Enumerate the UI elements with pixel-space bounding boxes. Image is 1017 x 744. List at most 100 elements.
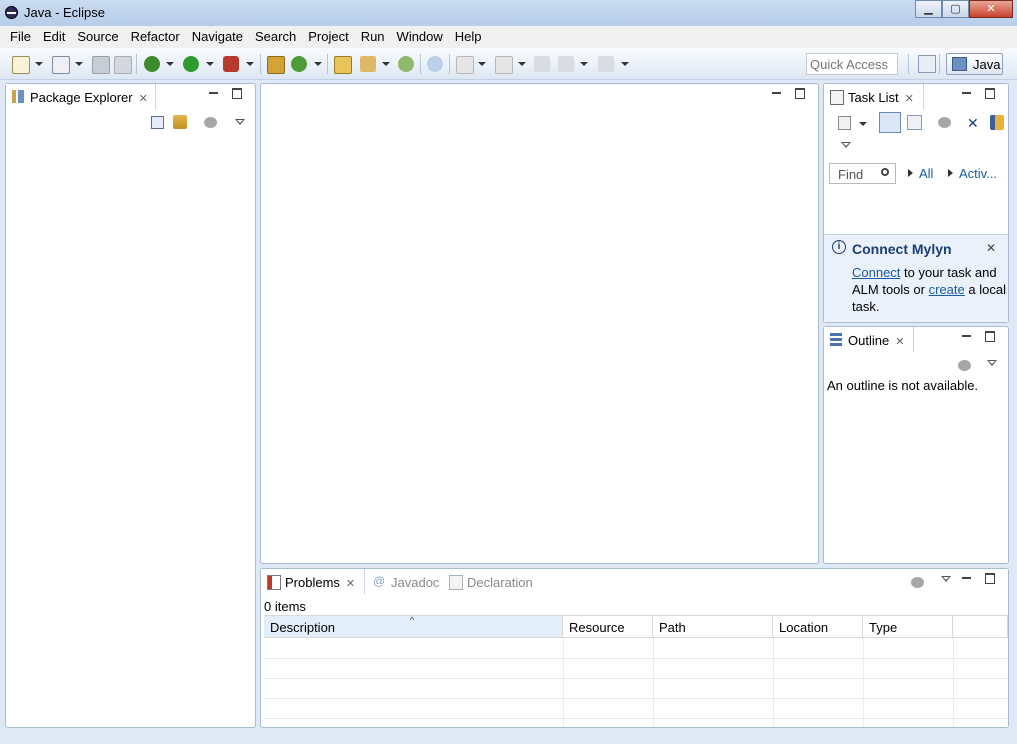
tab-package-explorer[interactable]: Package Explorer ✕ (6, 84, 156, 109)
tab-declaration[interactable]: Declaration (443, 569, 543, 594)
run-dropdown-icon[interactable] (206, 62, 214, 66)
maximize-editor-icon[interactable] (795, 88, 805, 99)
java-perspective-button[interactable]: Java (946, 53, 1003, 75)
search-icon (881, 168, 889, 176)
focus-on-active-task-icon[interactable] (204, 117, 217, 128)
menu-refactor[interactable]: Refactor (125, 26, 186, 48)
synchronize-icon[interactable] (990, 115, 1004, 130)
minimize-view-icon[interactable] (962, 335, 971, 337)
forward-dropdown-icon[interactable] (621, 62, 629, 66)
open-task-icon[interactable] (398, 56, 414, 72)
menu-source[interactable]: Source (71, 26, 124, 48)
menu-run[interactable]: Run (355, 26, 391, 48)
view-menu-icon[interactable] (841, 142, 851, 148)
close-mylyn-icon[interactable]: ✕ (986, 241, 996, 255)
scheduled-icon[interactable] (907, 115, 922, 130)
new-task-icon[interactable] (838, 116, 851, 130)
forward-icon[interactable] (598, 56, 614, 72)
menu-navigate[interactable]: Navigate (186, 26, 249, 48)
tab-task-list[interactable]: Task List ✕ (824, 84, 924, 109)
column-location[interactable]: Location (773, 616, 863, 638)
tab-outline[interactable]: Outline ✕ (824, 327, 914, 352)
back-dropdown-icon[interactable] (580, 62, 588, 66)
run-icon[interactable] (183, 56, 199, 72)
categorized-icon[interactable] (879, 112, 901, 133)
next-annotation-icon[interactable] (456, 56, 474, 74)
table-row (264, 698, 1008, 719)
maximize-view-icon[interactable] (985, 331, 995, 342)
tab-javadoc[interactable]: @ Javadoc (367, 569, 443, 594)
column-resource[interactable]: Resource (563, 616, 653, 638)
new-dropdown-icon[interactable] (35, 62, 43, 66)
next-annotation-dropdown-icon[interactable] (478, 62, 486, 66)
maximize-view-icon[interactable] (985, 88, 995, 99)
column-path-label: Path (659, 620, 686, 635)
filter-all[interactable]: All (908, 166, 933, 181)
menu-project[interactable]: Project (302, 26, 354, 48)
save-icon[interactable] (92, 56, 110, 74)
task-find-field[interactable]: Find (829, 163, 896, 184)
focus-icon[interactable] (938, 117, 951, 128)
package-explorer-view: Package Explorer ✕ (5, 83, 256, 728)
focus-icon[interactable] (911, 577, 924, 588)
menu-window[interactable]: Window (391, 26, 449, 48)
open-perspective-icon[interactable] (918, 55, 936, 73)
close-tab-icon[interactable]: ✕ (139, 92, 148, 105)
minimize-view-icon[interactable] (209, 92, 218, 94)
maximize-view-icon[interactable] (985, 573, 995, 584)
menu-help[interactable]: Help (449, 26, 488, 48)
menu-search[interactable]: Search (249, 26, 302, 48)
minimize-view-icon[interactable] (962, 92, 971, 94)
close-tab-icon[interactable]: ✕ (905, 92, 914, 105)
external-tools-dropdown-icon[interactable] (246, 62, 254, 66)
column-description[interactable]: Description ^ (264, 616, 563, 638)
previous-annotation-dropdown-icon[interactable] (518, 62, 526, 66)
minimize-button[interactable]: ▁ (915, 0, 942, 18)
new-java-project-icon[interactable] (267, 56, 285, 74)
view-menu-icon[interactable] (941, 576, 951, 582)
previous-annotation-icon[interactable] (495, 56, 513, 74)
column-path[interactable]: Path (653, 616, 773, 638)
editor-area[interactable] (260, 83, 819, 564)
last-edit-location-icon[interactable] (534, 56, 550, 72)
debug-icon[interactable] (144, 56, 160, 72)
column-filler (953, 616, 1008, 638)
new-class-dropdown-icon[interactable] (314, 62, 322, 66)
new-package-icon[interactable] (52, 56, 70, 74)
hide-completed-icon[interactable]: ✕ (967, 116, 981, 130)
connect-link[interactable]: Connect (852, 265, 900, 280)
minimize-editor-icon[interactable] (772, 92, 781, 94)
minimize-view-icon[interactable] (962, 577, 971, 579)
debug-dropdown-icon[interactable] (166, 62, 174, 66)
create-link[interactable]: create (929, 282, 965, 297)
view-menu-icon[interactable] (235, 119, 245, 125)
new-class-icon[interactable] (291, 56, 307, 72)
quick-access-input[interactable] (806, 53, 898, 75)
save-all-icon[interactable] (114, 56, 132, 74)
collapse-all-icon[interactable] (151, 116, 164, 129)
open-type-icon[interactable] (334, 56, 352, 74)
external-tools-icon[interactable] (223, 56, 239, 72)
new-task-dropdown-icon[interactable] (859, 122, 867, 126)
column-type[interactable]: Type (863, 616, 953, 638)
maximize-view-icon[interactable] (232, 88, 242, 99)
close-tab-icon[interactable]: ✕ (346, 577, 355, 590)
link-with-editor-icon[interactable] (173, 115, 187, 129)
search-dropdown-icon[interactable] (382, 62, 390, 66)
java-perspective-icon (952, 57, 967, 71)
close-tab-icon[interactable]: ✕ (895, 335, 904, 348)
table-row (264, 658, 1008, 679)
focus-icon[interactable] (958, 360, 971, 371)
filter-active[interactable]: Activ... (948, 166, 997, 181)
tab-problems[interactable]: Problems ✕ (261, 569, 365, 594)
maximize-button[interactable]: ▢ (942, 0, 969, 18)
toggle-mark-occurrences-icon[interactable] (427, 56, 443, 72)
back-icon[interactable] (558, 56, 574, 72)
view-menu-icon[interactable] (987, 360, 997, 366)
menu-edit[interactable]: Edit (37, 26, 71, 48)
menu-file[interactable]: File (4, 26, 37, 48)
close-button[interactable]: ✕ (969, 0, 1013, 18)
new-icon[interactable] (12, 56, 30, 74)
search-icon[interactable] (360, 56, 376, 72)
new-package-dropdown-icon[interactable] (75, 62, 83, 66)
